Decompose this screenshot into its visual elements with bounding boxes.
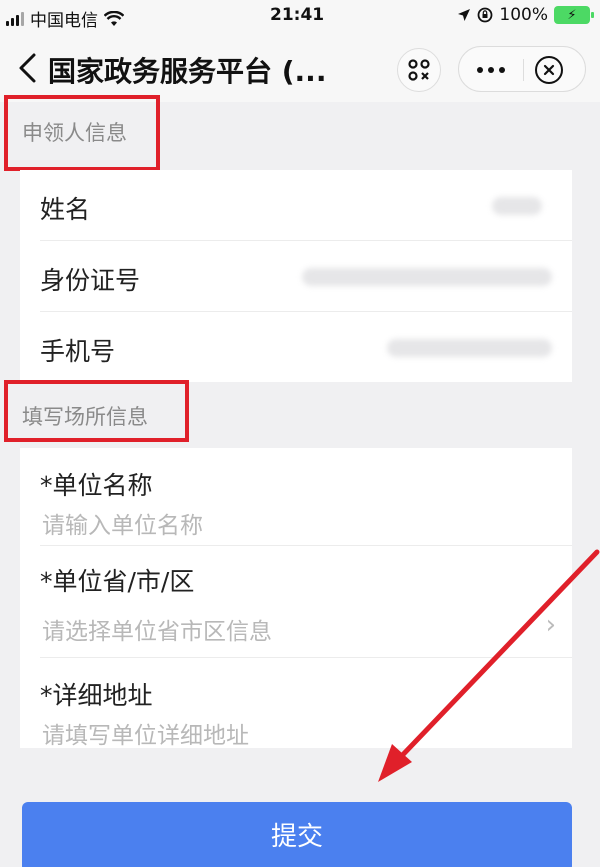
id-number-value-blurred	[302, 268, 552, 286]
phone-label: 手机号	[40, 337, 116, 366]
back-button[interactable]	[16, 52, 44, 84]
phone-row: 手机号	[20, 312, 572, 382]
applicant-info-group: 姓名 身份证号 手机号	[20, 170, 572, 382]
submit-button[interactable]: 提交	[22, 802, 572, 867]
name-label: 姓名	[40, 195, 91, 224]
phone-value-blurred	[387, 339, 552, 357]
detail-address-label: *详细地址	[40, 681, 153, 710]
applicant-section-header: 申领人信息	[22, 121, 127, 145]
signal-icon	[6, 11, 24, 26]
venue-section-header: 填写场所信息	[22, 405, 148, 429]
name-row: 姓名	[20, 170, 572, 241]
detail-address-input[interactable]: 请填写单位详细地址	[42, 716, 249, 750]
scan-icon	[408, 59, 430, 81]
battery-icon: ⚡	[554, 6, 594, 24]
more-button[interactable]	[459, 47, 523, 93]
mini-program-capsule	[458, 46, 586, 92]
unit-region-label: *单位省/市/区	[40, 567, 195, 596]
scan-button[interactable]	[397, 48, 441, 92]
chevron-right-icon: ›	[545, 610, 556, 640]
detail-address-field[interactable]: *详细地址 请填写单位详细地址	[20, 658, 572, 750]
nav-bar: 国家政务服务平台 (...	[0, 34, 600, 102]
chevron-left-icon	[19, 53, 36, 83]
unit-name-label: *单位名称	[40, 471, 153, 500]
close-circle-icon	[543, 64, 555, 76]
location-arrow-icon	[458, 9, 471, 21]
status-bar: 中国电信 21:41 100% ⚡	[0, 0, 600, 34]
battery-percent: 100%	[499, 5, 548, 25]
status-right: 100% ⚡	[457, 5, 594, 25]
more-dots-icon	[477, 67, 483, 73]
rotation-lock-icon	[477, 7, 493, 23]
carrier-label: 中国电信	[30, 11, 98, 31]
close-button[interactable]	[535, 56, 563, 84]
unit-region-field[interactable]: *单位省/市/区 请选择单位省市区信息 ›	[20, 546, 572, 658]
unit-region-select[interactable]: 请选择单位省市区信息	[42, 612, 272, 646]
name-value-blurred	[492, 197, 542, 215]
wifi-icon	[104, 10, 124, 26]
venue-info-group: *单位名称 请输入单位名称 *单位省/市/区 请选择单位省市区信息 › *详细地…	[20, 448, 572, 750]
id-number-label: 身份证号	[40, 266, 141, 295]
unit-name-input[interactable]: 请输入单位名称	[42, 506, 203, 540]
clock: 21:41	[270, 5, 325, 25]
capsule-divider	[523, 59, 524, 81]
id-number-row: 身份证号	[20, 241, 572, 312]
status-left: 中国电信	[6, 6, 124, 31]
page-title: 国家政务服务平台 (...	[48, 55, 327, 88]
unit-name-field[interactable]: *单位名称 请输入单位名称	[20, 448, 572, 546]
